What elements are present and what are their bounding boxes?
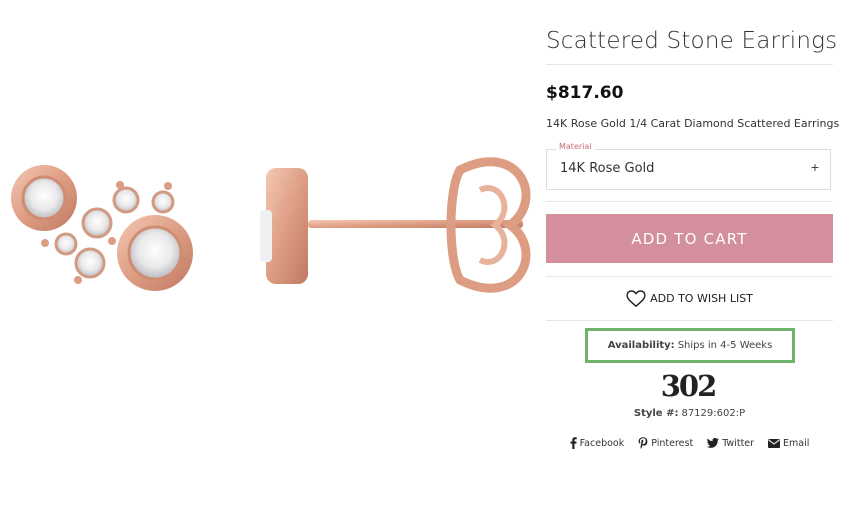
divider <box>546 320 833 321</box>
product-image <box>11 157 531 293</box>
brand-logo: 302 <box>661 371 718 401</box>
product-title: Scattered Stone Earrings <box>546 28 838 54</box>
material-select[interactable]: 14K Rose Gold + <box>546 149 831 190</box>
pinterest-label: Pinterest <box>651 437 694 449</box>
material-label: Material <box>556 142 595 151</box>
twitter-icon <box>707 438 720 448</box>
twitter-label: Twitter <box>722 437 755 449</box>
divider <box>546 64 833 65</box>
social-share: Facebook Pinterest Twitter Email <box>546 437 833 449</box>
share-facebook[interactable]: Facebook <box>570 437 625 449</box>
availability-box: Availability: Ships in 4-5 Weeks <box>585 328 795 363</box>
product-description: 14K Rose Gold 1/4 Carat Diamond Scattere… <box>546 117 840 130</box>
share-twitter[interactable]: Twitter <box>707 437 754 449</box>
product-price: $817.60 <box>546 83 624 103</box>
facebook-icon <box>570 437 577 449</box>
divider <box>546 276 833 277</box>
earring-front-view <box>11 165 193 291</box>
share-pinterest[interactable]: Pinterest <box>638 437 693 449</box>
wish-list-label: ADD TO WISH LIST <box>650 291 753 305</box>
style-value: 87129:602:P <box>681 408 746 419</box>
style-label: Style #: <box>633 408 679 419</box>
pinterest-icon <box>638 437 648 449</box>
add-to-cart-button[interactable]: ADD TO CART <box>546 214 833 263</box>
heart-icon <box>626 289 646 307</box>
share-email[interactable]: Email <box>768 437 809 449</box>
facebook-label: Facebook <box>579 437 625 449</box>
email-label: Email <box>783 437 810 449</box>
availability-label: Availability: <box>607 340 675 351</box>
divider <box>546 201 833 202</box>
brand-logo-text: 302 <box>661 371 716 401</box>
add-to-wish-list-button[interactable]: ADD TO WISH LIST <box>546 288 833 308</box>
material-selected-value: 14K Rose Gold <box>560 161 655 176</box>
availability-value: Ships in 4-5 Weeks <box>677 340 773 351</box>
earring-side-view <box>260 157 531 293</box>
plus-icon: + <box>810 159 819 175</box>
style-number: Style #: 87129:602:P <box>546 408 833 419</box>
email-icon <box>768 438 781 448</box>
